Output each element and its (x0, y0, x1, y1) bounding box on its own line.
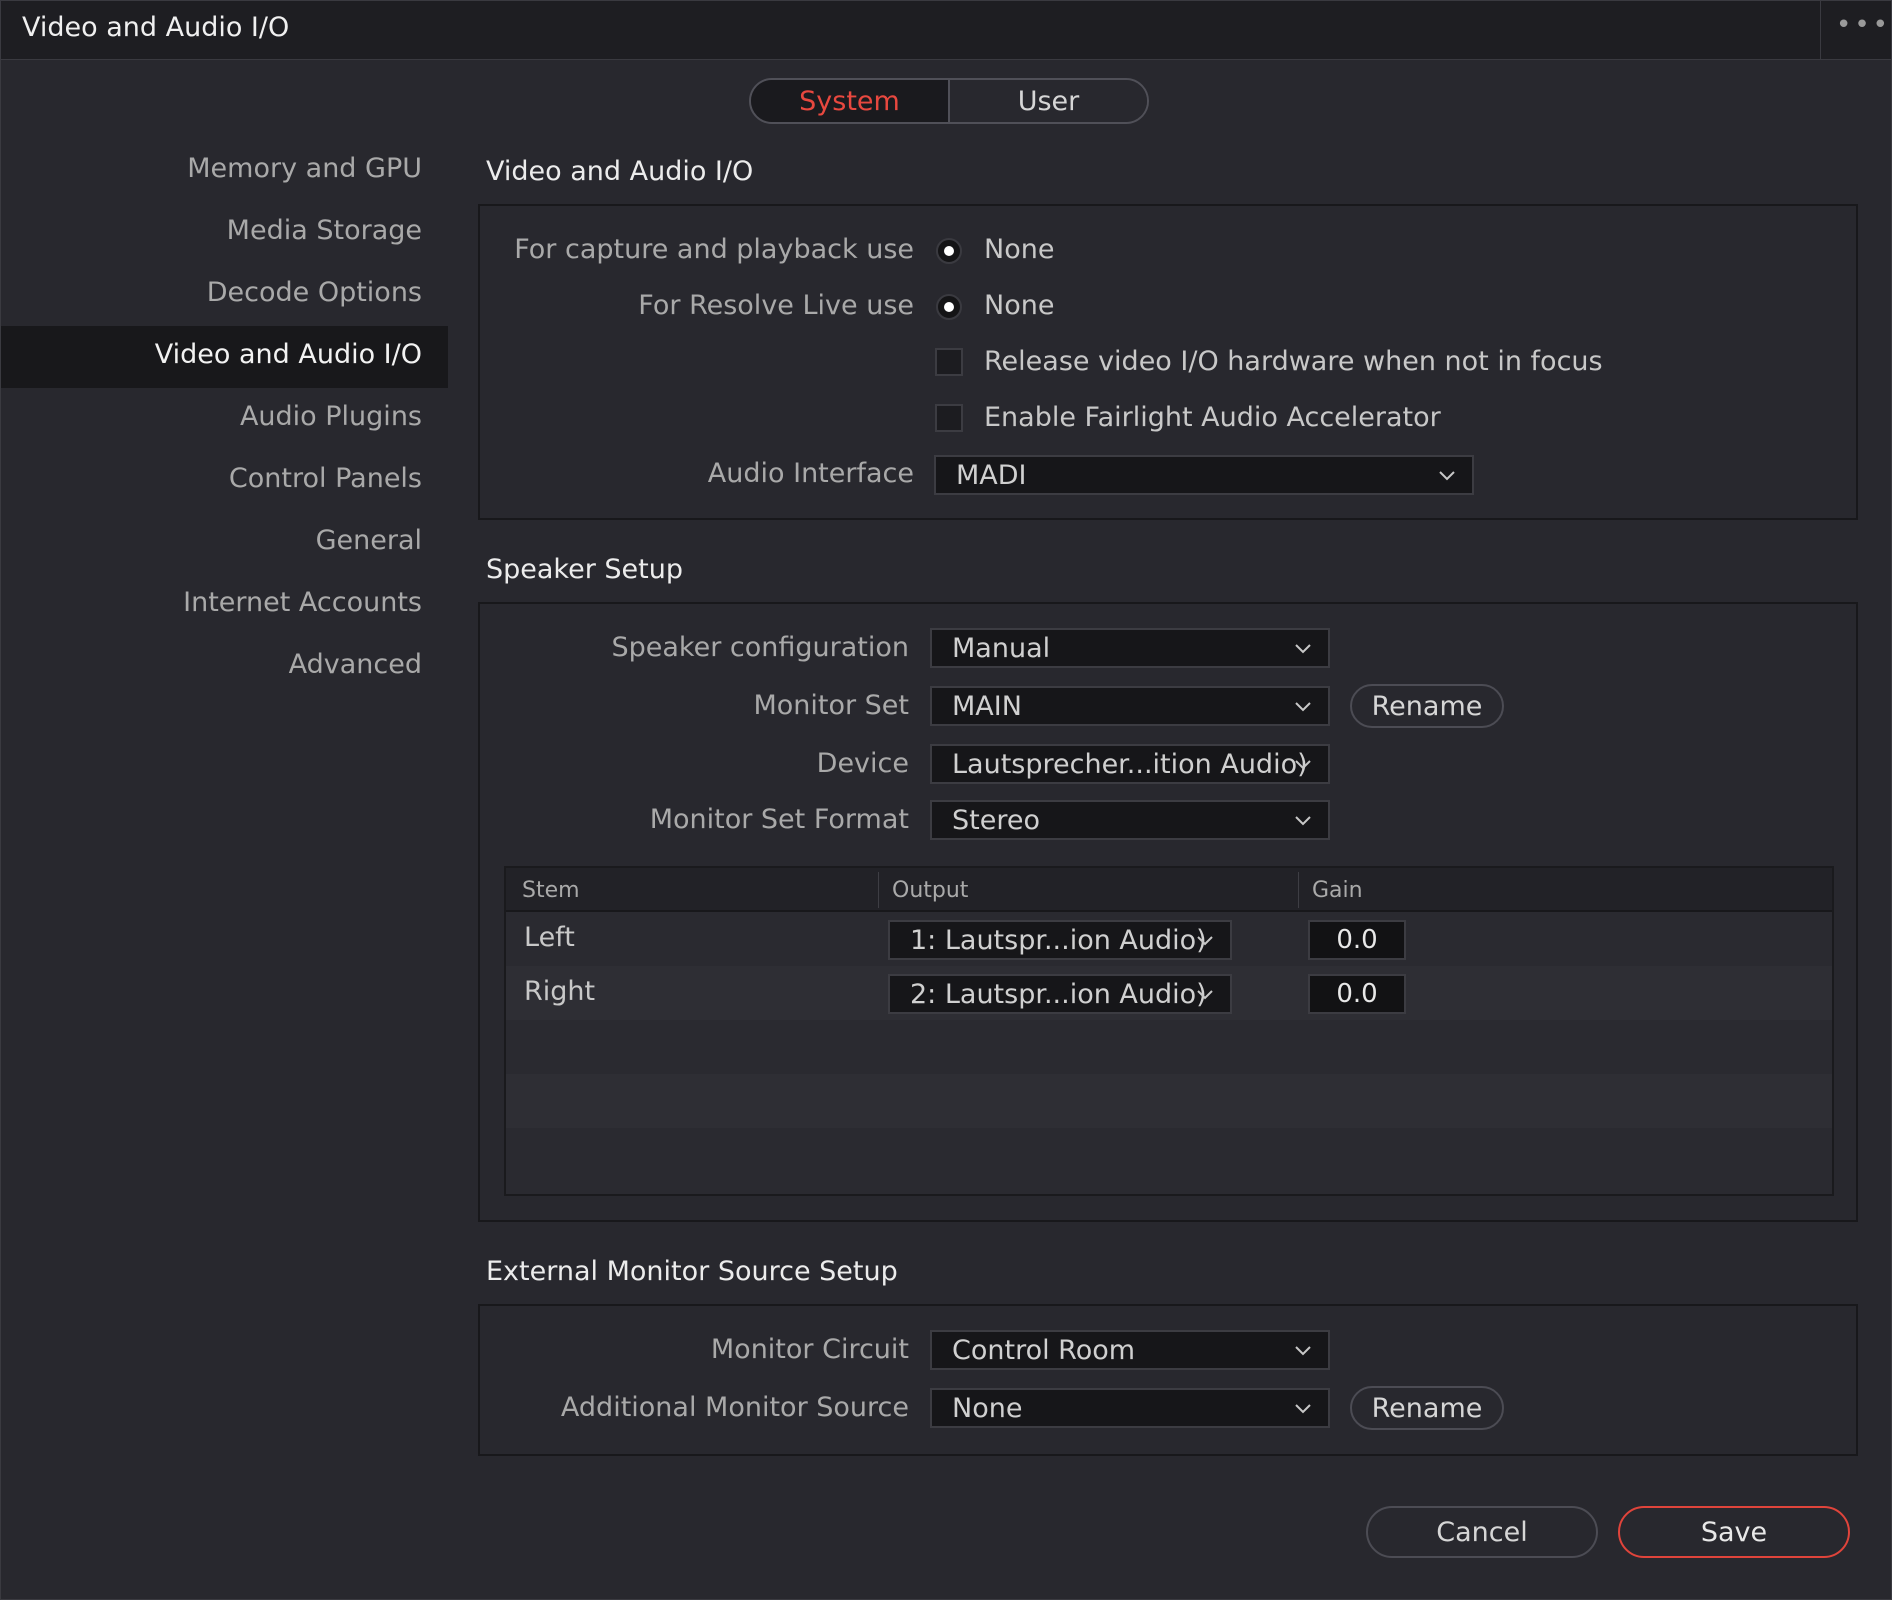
stem-left-label: Left (524, 922, 575, 953)
monitor-set-format-dropdown[interactable]: Stereo (930, 800, 1330, 840)
more-dots-icon[interactable]: ••• (1836, 10, 1891, 40)
audio-interface-dropdown[interactable]: MADI (934, 455, 1474, 495)
stem-right-output-value: 2: Lautspr...ion Audio) (910, 979, 1207, 1010)
monitor-set-value: MAIN (952, 691, 1022, 722)
speaker-setup-heading: Speaker Setup (486, 554, 683, 585)
stem-left-gain-input[interactable]: 0.0 (1308, 920, 1406, 960)
speaker-config-dropdown[interactable]: Manual (930, 628, 1330, 668)
monitor-circuit-dropdown[interactable]: Control Room (930, 1330, 1330, 1370)
speaker-config-value: Manual (952, 633, 1051, 664)
capture-playback-radio[interactable] (936, 238, 962, 264)
monitor-set-dropdown[interactable]: MAIN (930, 686, 1330, 726)
table-header (506, 868, 1832, 912)
chevron-down-icon (1197, 936, 1213, 946)
sidebar-item-control-panels[interactable]: Control Panels (229, 463, 422, 494)
resolve-live-value: None (984, 290, 1055, 321)
monitor-set-format-label: Monitor Set Format (649, 804, 909, 835)
sidebar-item-general[interactable]: General (316, 525, 422, 556)
column-header-stem[interactable]: Stem (522, 878, 580, 903)
monitor-circuit-label: Monitor Circuit (710, 1334, 909, 1365)
tab-system[interactable]: System (751, 80, 950, 122)
sidebar-item-advanced[interactable]: Advanced (289, 649, 422, 680)
additional-monitor-dropdown[interactable]: None (930, 1388, 1330, 1428)
monitor-circuit-value: Control Room (952, 1335, 1136, 1366)
column-header-gain[interactable]: Gain (1312, 878, 1363, 903)
rename-monitor-source-button[interactable]: Rename (1350, 1386, 1504, 1430)
save-button[interactable]: Save (1618, 1506, 1850, 1558)
stem-right-label: Right (524, 976, 596, 1007)
capture-playback-label: For capture and playback use (514, 234, 914, 265)
fairlight-accelerator-label: Enable Fairlight Audio Accelerator (984, 402, 1441, 433)
video-audio-io-heading: Video and Audio I/O (486, 156, 754, 187)
window-title: Video and Audio I/O (22, 12, 290, 43)
speaker-config-label: Speaker configuration (611, 632, 909, 663)
table-row-stripe (506, 1074, 1832, 1128)
device-dropdown[interactable]: Lautsprecher...ition Audio) (930, 744, 1330, 784)
sidebar-item-video-audio-io[interactable]: Video and Audio I/O (155, 339, 422, 370)
fairlight-accelerator-checkbox[interactable] (935, 404, 963, 432)
cancel-button[interactable]: Cancel (1366, 1506, 1598, 1558)
radio-selected-dot (944, 246, 954, 256)
stem-output-table (504, 866, 1834, 1196)
release-hardware-checkbox[interactable] (935, 348, 963, 376)
device-value: Lautsprecher...ition Audio) (952, 749, 1308, 780)
chevron-down-icon (1295, 1404, 1311, 1414)
sidebar-item-audio-plugins[interactable]: Audio Plugins (240, 401, 422, 432)
stem-right-gain-input[interactable]: 0.0 (1308, 974, 1406, 1014)
audio-interface-value: MADI (956, 460, 1027, 491)
tab-user[interactable]: User (950, 80, 1147, 122)
stem-left-output-dropdown[interactable]: 1: Lautspr...ion Audio) (888, 920, 1232, 960)
radio-selected-dot (944, 302, 954, 312)
stem-right-output-dropdown[interactable]: 2: Lautspr...ion Audio) (888, 974, 1232, 1014)
external-monitor-heading: External Monitor Source Setup (486, 1256, 898, 1287)
column-header-output[interactable]: Output (892, 878, 968, 903)
chevron-down-icon (1295, 1346, 1311, 1356)
monitor-set-format-value: Stereo (952, 805, 1040, 836)
chevron-down-icon (1295, 760, 1311, 770)
sidebar-item-internet-accounts[interactable]: Internet Accounts (183, 587, 422, 618)
chevron-down-icon (1295, 644, 1311, 654)
chevron-down-icon (1295, 702, 1311, 712)
sidebar-item-media-storage[interactable]: Media Storage (227, 215, 422, 246)
release-hardware-label: Release video I/O hardware when not in f… (984, 346, 1603, 377)
additional-monitor-label: Additional Monitor Source (560, 1392, 909, 1423)
column-divider (1298, 872, 1299, 908)
sidebar-item-decode-options[interactable]: Decode Options (207, 277, 422, 308)
monitor-set-label: Monitor Set (753, 690, 909, 721)
device-label: Device (816, 748, 909, 779)
chevron-down-icon (1439, 471, 1455, 481)
sidebar-item-memory-gpu[interactable]: Memory and GPU (187, 153, 422, 184)
stem-left-output-value: 1: Lautspr...ion Audio) (910, 925, 1207, 956)
additional-monitor-value: None (952, 1393, 1023, 1424)
capture-playback-value: None (984, 234, 1055, 265)
chevron-down-icon (1295, 816, 1311, 826)
audio-interface-label: Audio Interface (707, 458, 914, 489)
resolve-live-radio[interactable] (936, 294, 962, 320)
rename-monitor-set-button[interactable]: Rename (1350, 684, 1504, 728)
external-monitor-panel (478, 1304, 1858, 1456)
column-divider (878, 872, 879, 908)
resolve-live-label: For Resolve Live use (638, 290, 914, 321)
chevron-down-icon (1197, 990, 1213, 1000)
system-user-toggle: System User (749, 78, 1149, 124)
title-divider (1820, 0, 1821, 59)
